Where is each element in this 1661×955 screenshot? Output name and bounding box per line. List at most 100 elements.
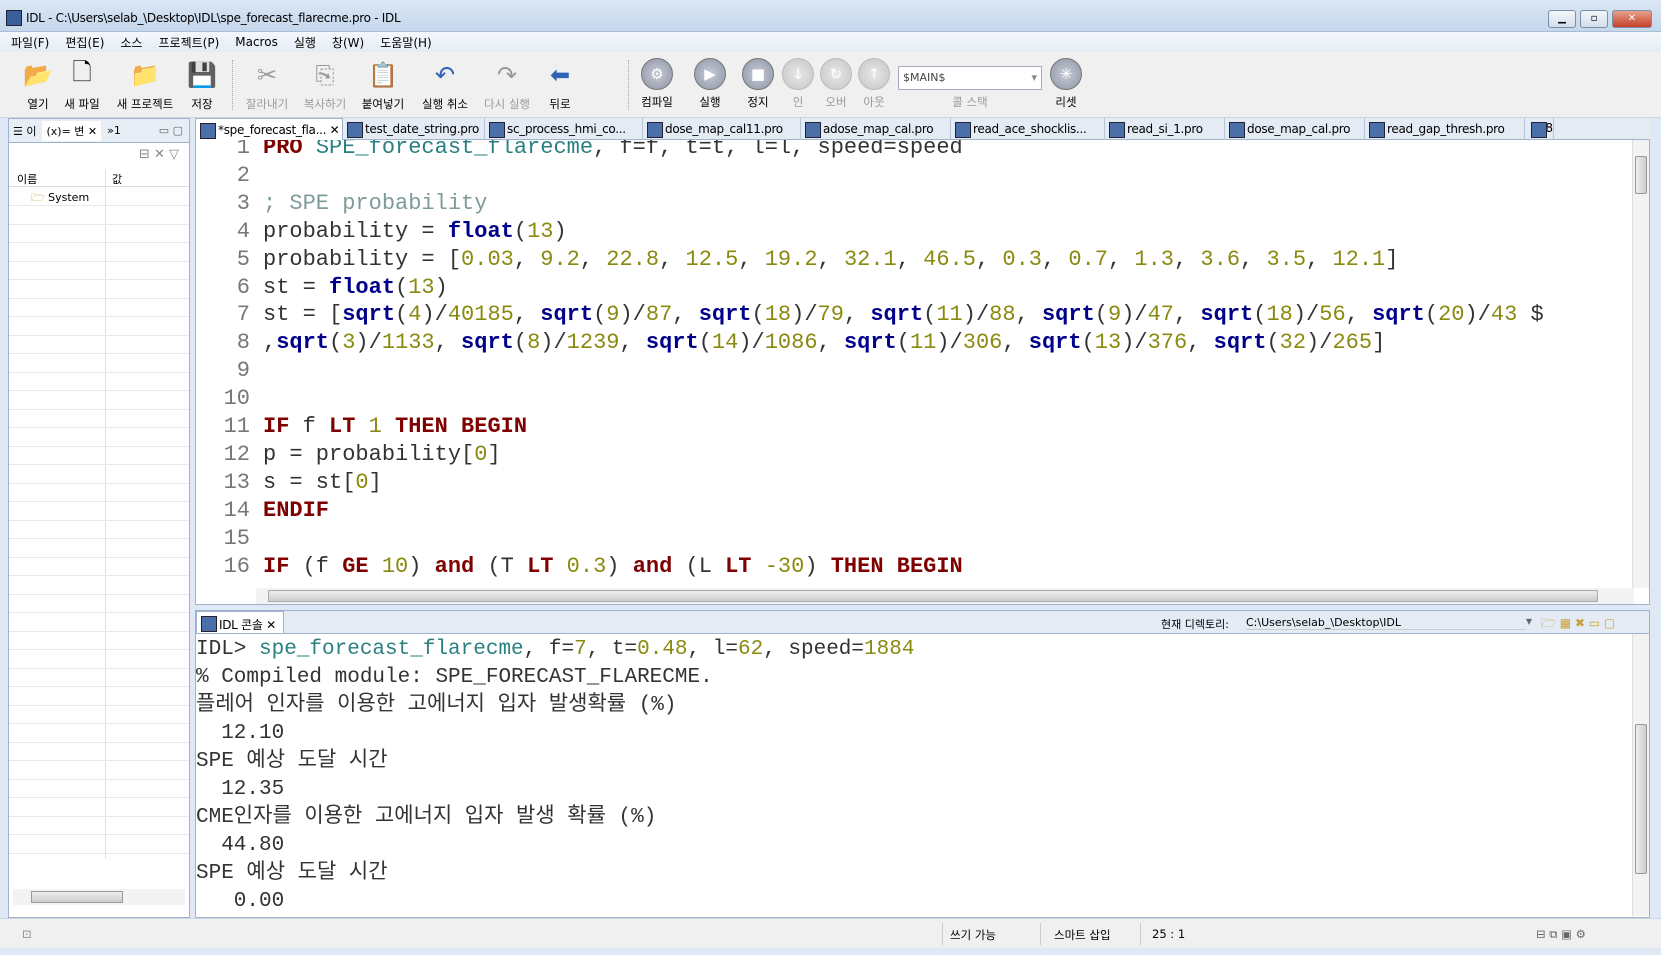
- line-number: 14: [223, 497, 250, 523]
- horizontal-scrollbar[interactable]: [13, 889, 185, 905]
- maximize-button[interactable]: ▫: [1580, 10, 1608, 28]
- code-token: sqrt: [698, 302, 752, 328]
- menu-source[interactable]: 소스: [120, 34, 142, 51]
- copy-button[interactable]: ⎘ 복사하기: [298, 58, 352, 112]
- tab-outline[interactable]: ☰ 이: [13, 123, 36, 139]
- line-number: 13: [223, 469, 250, 495]
- code-token: 11: [909, 330, 937, 356]
- line-number: 4: [236, 218, 250, 244]
- editor-tab[interactable]: read_si_1.pro: [1105, 118, 1225, 140]
- menu-file[interactable]: 파일(F): [11, 34, 49, 51]
- editor-tab[interactable]: sc_process_hmi_co...: [485, 118, 643, 140]
- editor-tab[interactable]: read_ace_shocklis...: [951, 118, 1105, 140]
- menu-run[interactable]: 실행: [294, 34, 316, 51]
- code-token: ,: [513, 302, 541, 328]
- minimize-button[interactable]: ▁: [1548, 10, 1576, 28]
- code-token: ,: [975, 246, 1003, 272]
- cwd-dropdown[interactable]: C:\Users\selab_\Desktop\IDL: [1246, 616, 1526, 630]
- console-line: IDL> spe_forecast_flarecme, f=7, t=0.48,…: [196, 636, 914, 664]
- line-number: 16: [223, 553, 250, 579]
- paste-button[interactable]: 📋 붙여넣기: [356, 58, 410, 112]
- undo-button[interactable]: ↶ 실행 취소: [416, 58, 474, 112]
- code-token: sqrt: [540, 302, 594, 328]
- menu-window[interactable]: 창(W): [332, 34, 364, 51]
- editor-horizontal-scrollbar[interactable]: [256, 588, 1634, 604]
- code-token: (: [698, 330, 712, 356]
- code-token: ; SPE probability: [263, 190, 488, 216]
- close-button[interactable]: ✕: [1612, 10, 1652, 28]
- code-token: (: [1266, 330, 1280, 356]
- code-token: 43: [1490, 302, 1518, 328]
- menu-help[interactable]: 도움말(H): [380, 34, 432, 51]
- code-token: sqrt: [1200, 302, 1254, 328]
- close-tab-icon[interactable]: ✕: [326, 123, 340, 137]
- code-token: st =: [263, 274, 330, 300]
- play-icon: ▶: [694, 58, 726, 90]
- code-token: 13: [408, 274, 435, 300]
- code-token: float: [329, 274, 396, 300]
- code-token: ]: [487, 441, 501, 467]
- run-button[interactable]: ▶ 실행: [690, 58, 730, 110]
- view-controls[interactable]: ▭ ▢: [159, 124, 183, 137]
- save-button[interactable]: 💾 저장: [182, 58, 222, 112]
- console-line: 12.10: [196, 720, 284, 748]
- step-in-button[interactable]: ↓ 인: [778, 58, 818, 110]
- editor-tab[interactable]: adose_map_cal.pro: [801, 118, 951, 140]
- code-token: 1884: [864, 638, 915, 661]
- fast-view-icon[interactable]: ⊡: [22, 927, 32, 941]
- cut-button[interactable]: ✂ 잘라내기: [240, 58, 294, 112]
- tab-idl-console[interactable]: IDL 콘솔 ✕: [196, 611, 284, 633]
- code-token: 9: [606, 302, 620, 328]
- menu-macros[interactable]: Macros: [235, 35, 278, 49]
- reset-button[interactable]: ✳ 리셋: [1046, 58, 1086, 110]
- code-token: , f=: [523, 638, 575, 661]
- editor-tab[interactable]: read_gap_thresh.pro: [1365, 118, 1525, 140]
- panel-actions[interactable]: ⊟ ✕ ▽: [139, 147, 179, 162]
- console-actions[interactable]: 🗁 ▦ ✖ ▭ ▢: [1541, 614, 1615, 635]
- line-number: 3: [236, 190, 250, 216]
- code-line: ENDIF: [263, 497, 329, 525]
- code-token: 376: [1147, 330, 1188, 356]
- menu-edit[interactable]: 편집(E): [65, 34, 104, 51]
- redo-button[interactable]: ↷ 다시 실행: [478, 58, 536, 112]
- chevron-down-icon[interactable]: ▾: [1526, 614, 1532, 628]
- editor-tab[interactable]: *spe_forecast_fla... ✕: [195, 118, 343, 140]
- idl-console-output[interactable]: IDL> spe_forecast_flarecme, f=7, t=0.48,…: [195, 634, 1650, 918]
- new-file-button[interactable]: 🗋 새 파일: [60, 58, 104, 112]
- code-token: 3: [342, 330, 356, 356]
- editor-tab[interactable]: dose_map_cal.pro: [1225, 118, 1365, 140]
- tab-variables[interactable]: (x)= 변 ✕: [42, 120, 102, 141]
- code-token: )/: [421, 302, 448, 328]
- editor-tab[interactable]: test_date_string.pro: [343, 118, 485, 140]
- editor-tab[interactable]: dose_map_cal11.pro: [643, 118, 801, 140]
- code-token: CME인자를 이용한 고에너지 입자 발생 확률 (%): [196, 806, 657, 829]
- stop-button[interactable]: ■ 정지: [738, 58, 778, 110]
- cut-label: 잘라내기: [245, 97, 289, 111]
- status-tray-icons[interactable]: ⊟ ⧉ ▣ ⚙: [1536, 927, 1586, 942]
- step-over-button[interactable]: ↻ 오버: [816, 58, 856, 110]
- code-editor[interactable]: 1 PRO SPE_forecast_flarecme, f=f, t=t, l=…: [195, 140, 1650, 605]
- tab-overflow[interactable]: »1: [107, 124, 121, 137]
- code-token: GE: [342, 553, 369, 579]
- chevron-down-icon: ▾: [1031, 71, 1037, 84]
- compile-button[interactable]: ⚙ 컴파일: [636, 58, 678, 110]
- line-number: 12: [223, 441, 250, 467]
- editor-tab-overflow[interactable]: »28: [1527, 118, 1554, 140]
- code-token: (: [593, 302, 607, 328]
- call-stack-dropdown[interactable]: $MAIN$ ▾: [898, 66, 1042, 90]
- step-out-button[interactable]: ↑ 아웃: [854, 58, 894, 110]
- console-vertical-scrollbar[interactable]: [1632, 634, 1649, 916]
- new-project-button[interactable]: 📁 새 프로젝트: [110, 58, 180, 112]
- code-token: 14: [711, 330, 739, 356]
- editor-vertical-scrollbar[interactable]: [1632, 140, 1649, 588]
- code-token: sqrt: [1028, 330, 1082, 356]
- folder-open-icon: 📂: [23, 61, 53, 89]
- open-button[interactable]: 📂 열기: [18, 58, 58, 112]
- code-token: )/: [738, 330, 765, 356]
- code-line: probability = float(13): [263, 218, 567, 246]
- code-token: ,: [579, 246, 607, 272]
- back-button[interactable]: ⬅ 뒤로: [540, 58, 580, 112]
- line-number: 9: [236, 358, 250, 384]
- menu-project[interactable]: 프로젝트(P): [158, 34, 219, 51]
- step-over-icon: ↻: [820, 58, 852, 90]
